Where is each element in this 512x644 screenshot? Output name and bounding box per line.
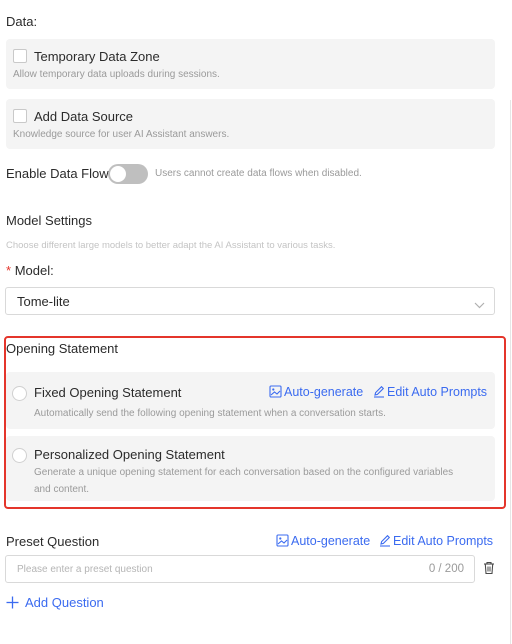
fixed-opening-desc: Automatically send the following opening… bbox=[34, 408, 386, 419]
data-flow-toggle[interactable] bbox=[108, 164, 148, 184]
preset-edit-prompts-label: Edit Auto Prompts bbox=[393, 534, 494, 548]
personalized-opening-radio[interactable] bbox=[12, 448, 27, 463]
enable-data-flow-label: Enable Data Flow bbox=[6, 166, 109, 181]
character-counter: 0 / 200 bbox=[428, 563, 464, 575]
personalized-opening-desc-line2: and content. bbox=[34, 484, 90, 495]
add-question-button[interactable]: Add Question bbox=[6, 595, 104, 610]
preset-question-placeholder: Please enter a preset question bbox=[17, 564, 153, 575]
add-data-source-desc: Knowledge source for user AI Assistant a… bbox=[13, 129, 230, 140]
personalized-opening-title: Personalized Opening Statement bbox=[34, 447, 225, 462]
model-label: Model: bbox=[14, 263, 54, 278]
required-mark: * bbox=[6, 263, 12, 278]
model-select-value: Tome-lite bbox=[17, 294, 70, 309]
image-icon bbox=[276, 534, 289, 547]
opening-auto-generate-link[interactable]: Auto-generate bbox=[269, 385, 363, 399]
model-settings-title: Model Settings bbox=[6, 213, 92, 228]
chevron-down-icon bbox=[474, 296, 485, 314]
add-data-source-card[interactable]: Add Data Source Knowledge source for use… bbox=[6, 99, 495, 149]
model-settings-desc: Choose different large models to better … bbox=[6, 240, 336, 251]
add-data-source-checkbox[interactable] bbox=[13, 109, 27, 123]
opening-statement-title: Opening Statement bbox=[6, 341, 119, 356]
fixed-opening-radio[interactable] bbox=[12, 386, 27, 401]
toggle-knob bbox=[110, 166, 126, 182]
fixed-opening-card[interactable]: Fixed Opening Statement Automatically se… bbox=[6, 372, 495, 429]
fixed-opening-title: Fixed Opening Statement bbox=[34, 385, 182, 400]
pencil-icon bbox=[374, 385, 385, 398]
scrollbar-edge bbox=[510, 100, 511, 644]
data-flow-hint: Users cannot create data flows when disa… bbox=[155, 168, 362, 179]
preset-question-input[interactable]: Please enter a preset question 0 / 200 bbox=[5, 555, 475, 583]
temporary-data-zone-title: Temporary Data Zone bbox=[34, 49, 160, 64]
pencil-icon bbox=[380, 534, 391, 547]
opening-auto-generate-label: Auto-generate bbox=[284, 385, 364, 399]
preset-edit-prompts-link[interactable]: Edit Auto Prompts bbox=[379, 534, 493, 548]
add-data-source-title: Add Data Source bbox=[34, 109, 134, 124]
temporary-data-zone-card[interactable]: Temporary Data Zone Allow temporary data… bbox=[6, 39, 495, 89]
temporary-data-zone-desc: Allow temporary data uploads during sess… bbox=[13, 69, 220, 80]
preset-auto-generate-label: Auto-generate bbox=[291, 534, 371, 548]
preset-question-title: Preset Question bbox=[6, 534, 100, 549]
image-icon bbox=[269, 385, 282, 398]
personalized-opening-card[interactable]: Personalized Opening Statement Generate … bbox=[6, 436, 495, 501]
preset-auto-generate-link[interactable]: Auto-generate bbox=[276, 534, 370, 548]
model-select[interactable]: Tome-lite bbox=[5, 287, 495, 315]
data-section-label: Data: bbox=[6, 14, 38, 29]
add-question-label: Add Question bbox=[25, 595, 104, 610]
plus-icon bbox=[6, 596, 19, 609]
trash-icon[interactable] bbox=[483, 561, 495, 580]
personalized-opening-desc-line1: Generate a unique opening statement for … bbox=[34, 467, 454, 478]
temporary-data-zone-checkbox[interactable] bbox=[13, 49, 27, 63]
opening-edit-prompts-label: Edit Auto Prompts bbox=[387, 385, 488, 399]
opening-edit-prompts-link[interactable]: Edit Auto Prompts bbox=[373, 385, 487, 399]
model-label-row: * Model: bbox=[6, 263, 54, 278]
